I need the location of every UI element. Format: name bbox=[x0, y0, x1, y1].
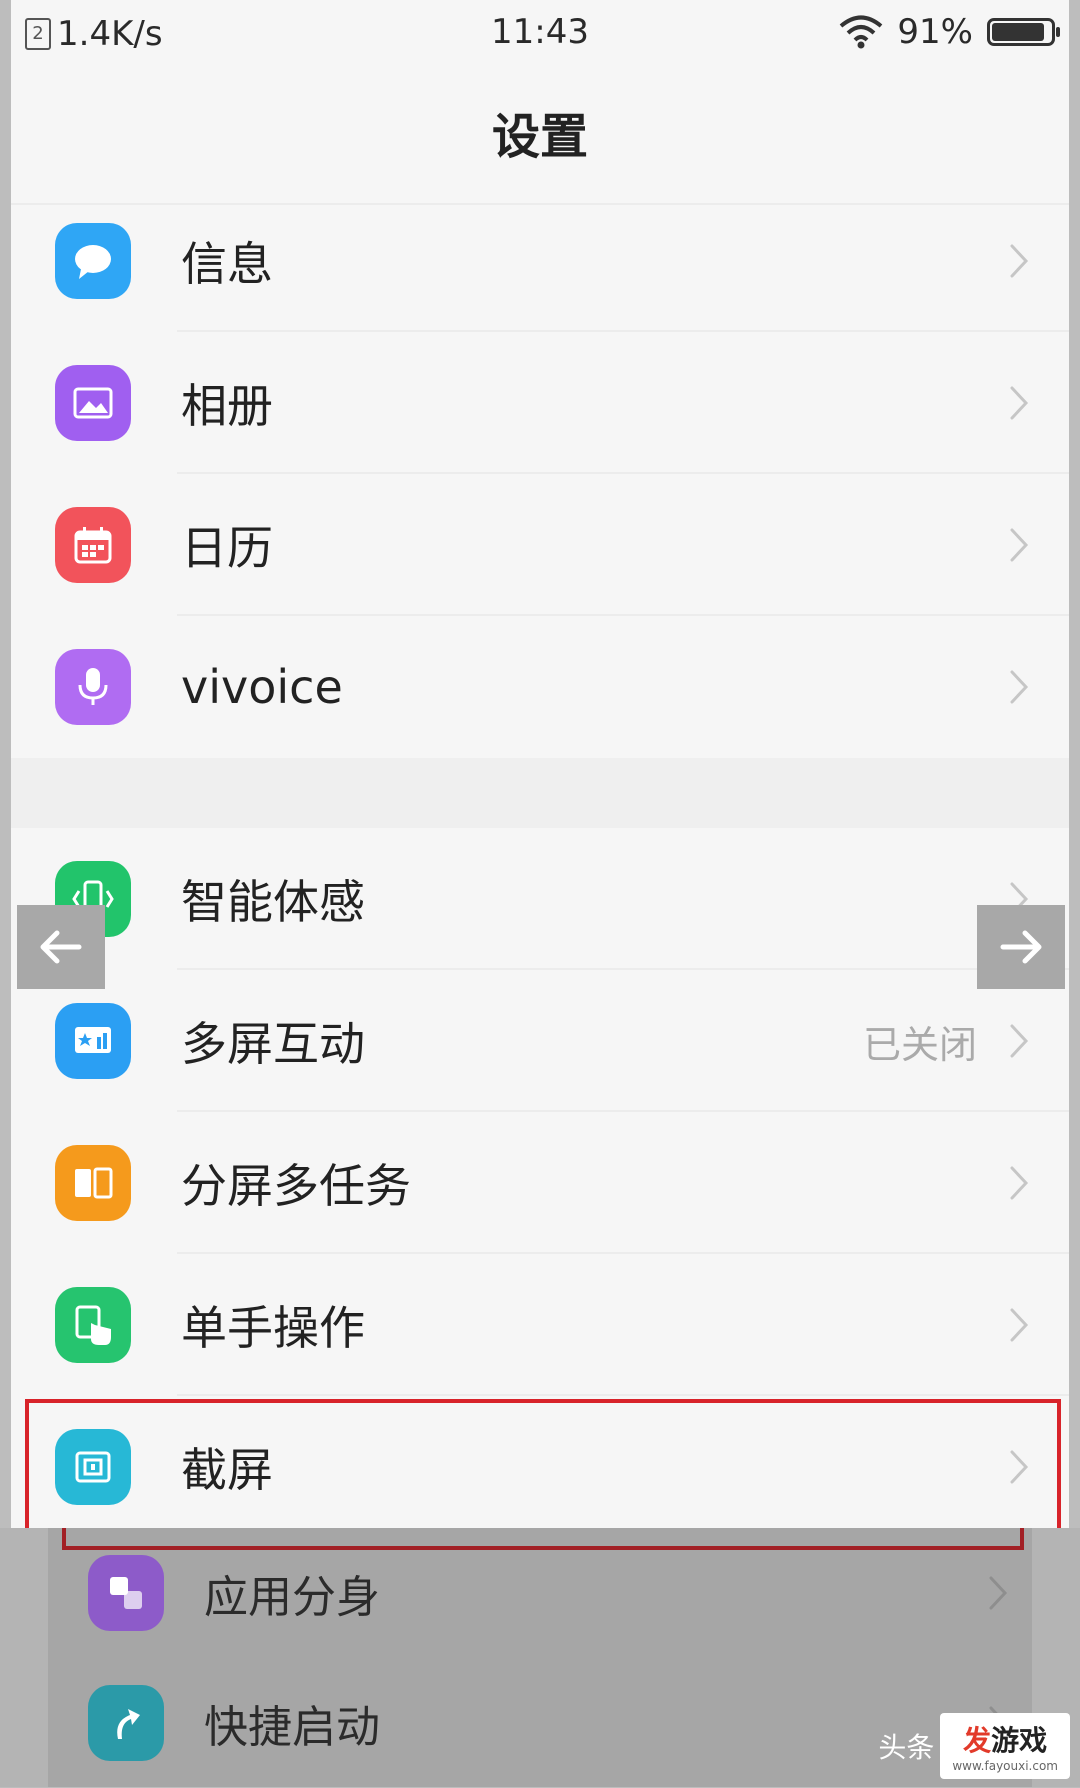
message-icon bbox=[55, 223, 131, 299]
chevron-right-icon bbox=[1010, 1450, 1029, 1484]
one-hand-icon bbox=[55, 1287, 131, 1363]
settings-group-features: 智能体感多屏互动 已关闭分屏多任务单手操作截屏 bbox=[11, 828, 1069, 1528]
settings-item-cast-screen[interactable]: 多屏互动 已关闭 bbox=[11, 970, 1069, 1112]
settings-item-label: 日历 bbox=[181, 521, 273, 575]
previous-image-button[interactable] bbox=[17, 905, 105, 989]
chevron-right-icon bbox=[1010, 386, 1029, 420]
microphone-icon bbox=[55, 649, 131, 725]
calendar-icon bbox=[55, 507, 131, 583]
cast-screen-icon bbox=[55, 1003, 131, 1079]
chevron-right-icon bbox=[1010, 1166, 1029, 1200]
settings-item-label: 分屏多任务 bbox=[181, 1159, 411, 1213]
settings-item-motion-phone[interactable]: 智能体感 bbox=[11, 828, 1069, 970]
chevron-right-icon bbox=[989, 1576, 1008, 1610]
watermark-url: www.fayouxi.com bbox=[952, 1759, 1058, 1773]
watermark-prefix: 头条 bbox=[878, 1731, 935, 1764]
chevron-right-icon bbox=[1010, 1024, 1029, 1058]
split-screen-icon bbox=[55, 1145, 131, 1221]
lower-overlay-panel: 应用分身快捷启动 头条 发游戏 www.fayouxi.com bbox=[0, 1528, 1080, 1787]
settings-item-app-clone[interactable]: 应用分身 bbox=[48, 1528, 1032, 1658]
chevron-right-icon bbox=[1010, 670, 1029, 704]
settings-group-apps: 信息相册日历 vivoice bbox=[11, 190, 1069, 758]
settings-item-label: 快捷启动 bbox=[204, 1702, 380, 1753]
settings-item-value: 已关闭 bbox=[862, 1022, 977, 1067]
status-bar: 2 1.4K/s 11:43 91% bbox=[11, 0, 1069, 70]
watermark: 头条 发游戏 www.fayouxi.com bbox=[878, 1713, 1070, 1779]
battery-percent: 91% bbox=[897, 12, 973, 52]
next-image-button[interactable] bbox=[977, 905, 1065, 989]
settings-screen: 2 1.4K/s 11:43 91% 设置 信息相册日历 vivoice 智能体感… bbox=[11, 0, 1069, 1528]
settings-item-message[interactable]: 信息 bbox=[11, 190, 1069, 332]
settings-item-label: 单手操作 bbox=[181, 1301, 365, 1355]
settings-item-label: 应用分身 bbox=[204, 1572, 380, 1623]
wifi-icon bbox=[840, 15, 883, 49]
settings-item-calendar[interactable]: 日历 bbox=[11, 474, 1069, 616]
settings-item-label: 截屏 bbox=[181, 1443, 273, 1497]
chevron-right-icon bbox=[1010, 528, 1029, 562]
arrow-left-icon bbox=[40, 930, 82, 964]
settings-item-album[interactable]: 相册 bbox=[11, 332, 1069, 474]
page-title: 设置 bbox=[11, 70, 1069, 205]
watermark-logo-main: 发 bbox=[963, 1724, 992, 1757]
chevron-right-icon bbox=[1010, 1308, 1029, 1342]
settings-item-screenshot[interactable]: 截屏 bbox=[11, 1396, 1069, 1528]
settings-item-label: 信息 bbox=[181, 237, 273, 291]
chevron-right-icon bbox=[1010, 244, 1029, 278]
settings-item-label: vivoice bbox=[181, 660, 343, 714]
section-divider bbox=[11, 758, 1069, 828]
settings-item-label: 相册 bbox=[181, 379, 273, 433]
arrow-right-icon bbox=[1000, 930, 1042, 964]
album-icon bbox=[55, 365, 131, 441]
settings-item-label: 智能体感 bbox=[181, 875, 365, 929]
watermark-logo: 发游戏 www.fayouxi.com bbox=[940, 1713, 1070, 1779]
quick-launch-icon bbox=[88, 1685, 164, 1761]
watermark-logo-rest: 游戏 bbox=[991, 1724, 1048, 1757]
settings-item-label: 多屏互动 bbox=[181, 1017, 365, 1071]
screenshot-icon bbox=[55, 1429, 131, 1505]
settings-item-one-hand[interactable]: 单手操作 bbox=[11, 1254, 1069, 1396]
settings-item-split-screen[interactable]: 分屏多任务 bbox=[11, 1112, 1069, 1254]
settings-item-microphone[interactable]: vivoice bbox=[11, 616, 1069, 758]
battery-icon bbox=[987, 18, 1060, 46]
app-clone-icon bbox=[88, 1555, 164, 1631]
